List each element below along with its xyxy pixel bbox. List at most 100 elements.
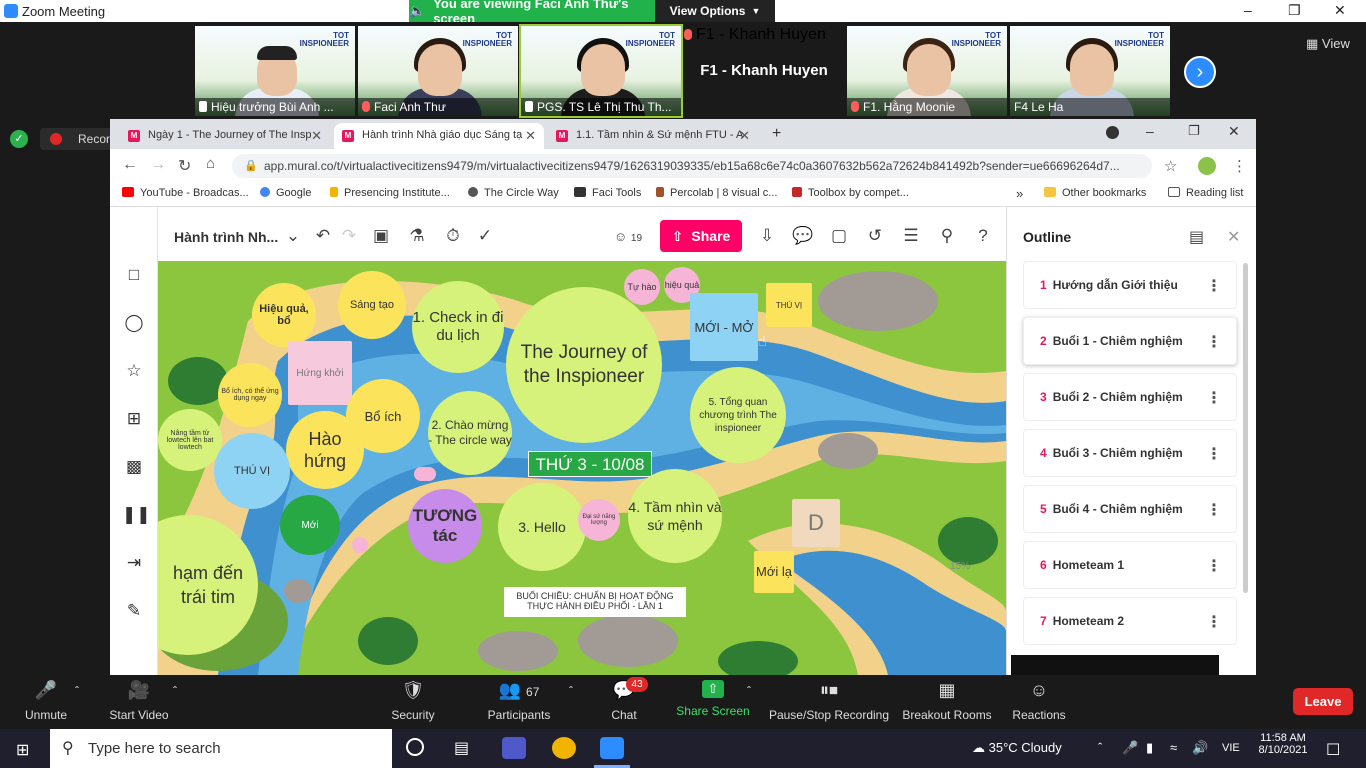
pause-recording-button[interactable]: ⏸⏹ Pause/Stop Recording <box>768 680 890 722</box>
chat-icon[interactable]: ▢ <box>828 225 850 247</box>
video-tile[interactable]: TOT INSPIONEER F4 Le Ha <box>1010 26 1170 116</box>
sticky-circle[interactable]: Nâng tầm từ lowtech lên bat lowtech <box>158 409 222 471</box>
outline-item-selected[interactable]: 2 Buổi 1 - Chiêm nghiệm ⋮ <box>1023 317 1237 365</box>
sticky-note[interactable]: Mới lạ <box>754 551 794 593</box>
browser-menu-icon[interactable]: ⋮ <box>1232 157 1247 175</box>
star-icon[interactable]: ☆ <box>122 359 146 383</box>
weather-widget[interactable]: ☁ 35°C Cloudy <box>972 740 1062 756</box>
frameworks-icon[interactable]: ⊞ <box>122 407 146 431</box>
sticky-circle[interactable]: 1. Check in đi du lịch <box>412 281 504 373</box>
text-label[interactable]: BUỔI CHIỀU: CHUẨN BỊ HOẠT ĐỘNG THỰC HÀNH… <box>504 587 686 617</box>
task-view-icon[interactable]: ▤ <box>454 738 469 758</box>
bookmark-google[interactable]: Google <box>260 187 311 199</box>
close-tab-icon[interactable]: ✕ <box>525 128 536 144</box>
close-outline-icon[interactable]: ✕ <box>1227 227 1240 247</box>
activity-icon[interactable]: ↺ <box>864 225 886 247</box>
sticky-circle[interactable]: Đại sứ năng lượng <box>578 499 620 541</box>
clock[interactable]: 11:58 AM 8/10/2021 <box>1256 732 1310 756</box>
outline-item[interactable]: 1 Hướng dẫn Giới thiệu ⋮ <box>1023 261 1237 309</box>
undo-icon[interactable]: ↶ <box>312 225 334 247</box>
bookmark-faci-tools[interactable]: Faci Tools <box>574 187 641 199</box>
mural-canvas[interactable]: Hiệu quả, bổ Sáng tạo 1. Check in đi du … <box>158 261 1006 675</box>
close-tab-icon[interactable]: ✕ <box>311 128 322 144</box>
sticky-circle[interactable]: 3. Hello <box>498 483 586 571</box>
browser-maximize-icon[interactable]: ❐ <box>1188 123 1200 139</box>
bookmark-star-icon[interactable]: ☆ <box>1164 157 1177 175</box>
mic-tray-icon[interactable]: 🎤 <box>1122 740 1138 756</box>
sticky-circle[interactable]: TƯƠNG tác <box>408 489 482 563</box>
pen-icon[interactable]: ✎ <box>122 599 146 623</box>
sticky-circle[interactable]: Sáng tạo <box>338 271 406 339</box>
outline-item[interactable]: 3 Buổi 2 - Chiêm nghiệm ⋮ <box>1023 373 1237 421</box>
close-icon[interactable]: ✕ <box>1334 2 1346 19</box>
browser-minimize-icon[interactable]: – <box>1146 123 1154 139</box>
bookmark-circle-way[interactable]: The Circle Way <box>468 187 559 199</box>
sticky-note[interactable]: MỚI - MỞ <box>690 293 758 361</box>
more-icon[interactable]: ⋮ <box>1206 388 1222 408</box>
back-icon[interactable]: ← <box>122 156 138 174</box>
profile-avatar[interactable] <box>1198 157 1216 175</box>
bookmark-percolab[interactable]: Percolab | 8 visual c... <box>656 187 777 199</box>
start-video-button[interactable]: 🎥 Start Video <box>104 680 174 722</box>
reactions-button[interactable]: ☺ Reactions <box>1010 680 1068 722</box>
volume-icon[interactable]: 🔊 <box>1192 740 1208 756</box>
mural-title[interactable]: Hành trình Nh... <box>174 229 278 245</box>
other-bookmarks[interactable]: Other bookmarks <box>1044 187 1146 199</box>
shapes-icon[interactable]: ◯ <box>122 311 146 335</box>
participants-button[interactable]: 👥 67 Participants <box>486 680 552 722</box>
help-icon[interactable]: ? <box>972 225 994 247</box>
more-icon[interactable]: ⋮ <box>1206 276 1222 296</box>
breakout-rooms-button[interactable]: ▦ Breakout Rooms <box>902 680 992 722</box>
browser-close-icon[interactable]: ✕ <box>1228 123 1240 140</box>
wifi-icon[interactable]: ≈ <box>1170 740 1177 755</box>
zoom-percent[interactable]: 15% <box>950 561 970 572</box>
sticky-circle[interactable]: THÚ VỊ <box>214 433 290 509</box>
outline-list-icon[interactable]: ☰ <box>900 225 922 247</box>
video-tile[interactable]: TOT INSPIONEER Hiệu trưởng Bùi Anh ... <box>195 26 355 116</box>
windows-start-icon[interactable]: ⊞ <box>16 740 29 760</box>
members-counter[interactable]: ☺ 19 <box>614 229 642 244</box>
facilitation-icon[interactable]: ⚗ <box>406 225 428 247</box>
sticky-circle[interactable]: Bổ ích, có thể ứng dụng ngay <box>218 363 282 427</box>
more-icon[interactable]: ⋮ <box>1206 612 1222 632</box>
more-bookmarks-icon[interactable]: » <box>1016 186 1023 201</box>
notification-icon[interactable]: ☐ <box>1326 740 1340 760</box>
outline-item[interactable]: 6 Hometeam 1 ⋮ <box>1023 541 1237 589</box>
zoom-app-icon[interactable] <box>600 737 624 759</box>
download-icon[interactable]: ⇩ <box>756 225 778 247</box>
view-button[interactable]: ▦ View <box>1306 36 1350 52</box>
outline-scrollbar[interactable] <box>1243 263 1248 593</box>
outline-item[interactable]: 7 Hometeam 2 ⋮ <box>1023 597 1237 645</box>
sticky-note[interactable]: Hứng khởi <box>288 341 352 405</box>
video-tile-no-video[interactable]: F1 - Khanh Huyen F1 - Khanh Huyen <box>684 26 844 116</box>
more-icon[interactable]: ⋮ <box>1206 556 1222 576</box>
tab-search-icon[interactable] <box>1106 126 1119 139</box>
timer-icon[interactable]: ⏱ <box>442 225 464 247</box>
bookmark-presencing[interactable]: Presencing Institute... <box>330 187 450 199</box>
share-chevron-icon[interactable]: ˆ <box>744 684 754 698</box>
battery-icon[interactable]: ▮ <box>1146 740 1153 756</box>
leave-button[interactable]: Leave <box>1293 688 1353 715</box>
sticky-circle[interactable]: 2. Chào mừng - The circle way <box>428 391 512 475</box>
bookmark-youtube[interactable]: YouTube - Broadcas... <box>122 187 249 199</box>
image-icon[interactable]: ▩ <box>122 455 146 479</box>
share-screen-button[interactable]: ⇧ Share Screen <box>676 680 750 718</box>
more-icon[interactable]: ⋮ <box>1206 500 1222 520</box>
unmute-button[interactable]: 🎤 Unmute <box>20 680 72 722</box>
redo-icon[interactable]: ↷ <box>338 225 360 247</box>
outline-toggle-icon[interactable]: ▣ <box>370 225 392 247</box>
audio-options-chevron-icon[interactable]: ˆ <box>72 684 82 698</box>
sticky-note[interactable]: D <box>792 499 840 547</box>
sticky-circle-journey[interactable]: The Journey of the Inspioneer <box>506 287 662 443</box>
sticky-circle[interactable]: Hiệu quả, bổ <box>252 283 316 347</box>
voting-icon[interactable]: ✓ <box>474 225 496 247</box>
sticky-circle[interactable]: 5. Tổng quan chương trình The inspioneer <box>690 367 786 463</box>
more-icon[interactable]: ⋮ <box>1206 332 1222 352</box>
teams-icon[interactable] <box>502 737 526 759</box>
video-options-chevron-icon[interactable]: ˆ <box>170 684 180 698</box>
maximize-icon[interactable]: ❐ <box>1288 2 1301 19</box>
view-options-button[interactable]: View Options ▼ <box>655 0 775 22</box>
date-label[interactable]: THỨ 3 - 10/08 <box>528 451 652 477</box>
close-tab-icon[interactable]: ✕ <box>739 128 750 144</box>
forward-icon[interactable]: → <box>150 156 166 174</box>
